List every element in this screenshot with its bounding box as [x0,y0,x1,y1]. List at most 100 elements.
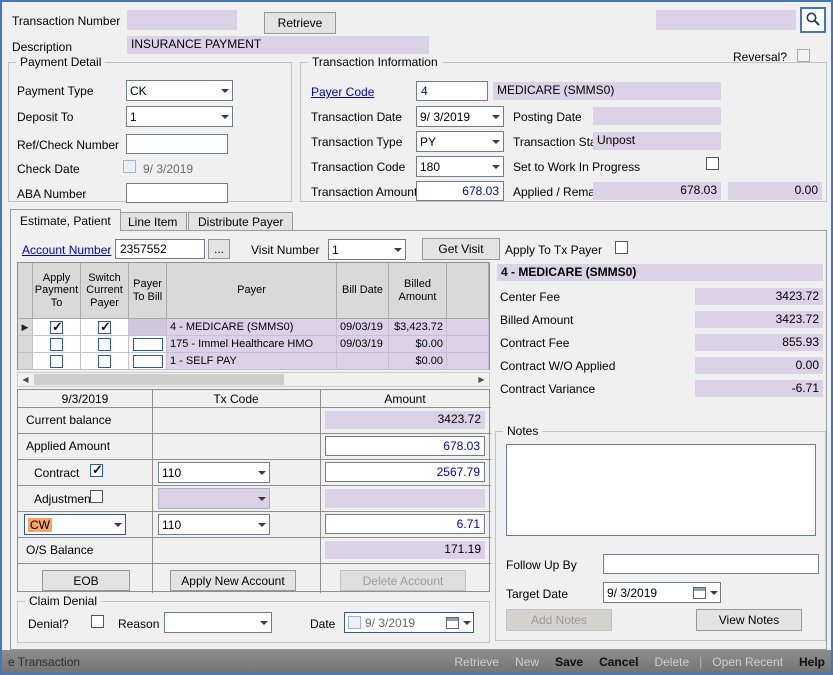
adjustment-label: Adjustment [34,492,94,506]
view-notes-button[interactable]: View Notes [696,609,802,631]
contract-amount-input[interactable]: 2567.79 [325,462,485,482]
scrollbar-thumb[interactable] [34,374,284,385]
transaction-amount-input[interactable]: 678.03 [416,181,504,201]
delete-account-button[interactable]: Delete Account [340,570,466,591]
payer-to-bill-cell[interactable] [129,336,167,353]
status-help[interactable]: Help [799,655,825,669]
billed-amount-cell[interactable]: $3,423.72 [389,319,447,336]
apply-payment-checkbox[interactable] [50,355,63,368]
billed-amount-cell[interactable]: $0.00 [389,353,447,370]
payer-cell[interactable]: 4 - MEDICARE (SMMS0) [167,319,337,336]
apply-payment-checkbox[interactable] [50,321,63,334]
search-field[interactable] [656,10,796,30]
visit-number-label: Visit Number [251,243,319,257]
applied-amount-input[interactable]: 678.03 [325,436,485,456]
notes-textarea[interactable] [506,444,816,536]
transaction-date-combo[interactable]: 9/ 3/2019 [416,106,504,127]
follow-up-by-input[interactable] [603,554,819,574]
ref-check-number-input[interactable] [126,134,228,154]
adjustment-checkbox[interactable] [90,490,103,503]
grid-hscrollbar[interactable]: ◀ ▶ [17,372,490,387]
payer-to-bill-cell[interactable] [129,353,167,370]
denial-checkbox[interactable] [91,615,104,628]
payment-detail-title: Payment Detail [16,55,105,69]
writeoff-code-value: CW [28,518,52,532]
payer-cell[interactable]: 1 - SELF PAY [167,353,337,370]
chevron-down-icon [254,489,269,508]
retrieve-button[interactable]: Retrieve [264,12,336,34]
search-button[interactable] [800,7,826,33]
switch-payer-checkbox[interactable] [98,338,111,351]
bill-date-cell[interactable]: 09/03/19 [337,319,389,336]
contract-variance-label: Contract Variance [500,382,595,396]
adjustment-tx-code-combo[interactable] [158,488,270,509]
tab-distribute-payer[interactable]: Distribute Payer [188,212,293,231]
reason-label: Reason [118,617,159,631]
row-selector[interactable] [18,336,33,353]
apply-payment-cell[interactable] [33,336,81,353]
payer-cell[interactable]: 175 - Immel Healthcare HMO [167,336,337,353]
writeoff-code-combo[interactable]: CW [24,514,126,535]
status-retrieve[interactable]: Retrieve [454,655,499,669]
transaction-number-field[interactable] [127,10,237,30]
add-notes-button[interactable]: Add Notes [506,609,612,631]
writeoff-tx-code-combo[interactable]: 110 [158,514,270,535]
switch-payer-cell[interactable] [81,353,129,370]
row-selector[interactable]: ▶ [18,319,33,336]
status-new[interactable]: New [515,655,539,669]
status-cancel[interactable]: Cancel [599,655,638,669]
switch-payer-cell[interactable] [81,319,129,336]
status-save[interactable]: Save [555,655,583,669]
transaction-type-combo[interactable]: PY [416,131,504,152]
amount-header: Amount [320,392,490,406]
transaction-code-combo[interactable]: 180 [416,156,504,177]
switch-payer-checkbox[interactable] [98,321,111,334]
apply-to-tx-payer-checkbox[interactable] [615,241,628,254]
apply-new-account-button[interactable]: Apply New Account [170,570,296,591]
status-open-recent[interactable]: Open Recent [712,655,783,669]
deposit-to-combo[interactable]: 1 [126,106,233,127]
reversal-checkbox[interactable] [797,49,810,62]
contract-fee-label: Contract Fee [500,336,569,350]
account-number-link[interactable]: Account Number [22,243,111,257]
switch-payer-cell[interactable] [81,336,129,353]
estimate-patient-tabpage: Account Number 2357552 ... Visit Number … [10,230,827,650]
check-date-checkbox[interactable] [123,160,136,173]
switch-payer-checkbox[interactable] [98,355,111,368]
tab-line-item[interactable]: Line Item [118,212,187,231]
payer-to-bill-cell[interactable] [129,319,167,336]
get-visit-button[interactable]: Get Visit [422,238,500,260]
denial-reason-combo[interactable] [164,612,272,633]
transaction-amount-label: Transaction Amount [311,185,417,199]
work-in-progress-checkbox[interactable] [706,157,719,170]
denial-date-picker[interactable]: 9/ 3/2019 [344,612,474,633]
apply-payment-cell[interactable] [33,319,81,336]
scroll-left-icon[interactable]: ◀ [18,373,33,386]
apply-to-tx-payer-label: Apply To Tx Payer [505,243,602,257]
bill-date-cell[interactable] [337,353,389,370]
account-number-input[interactable]: 2357552 [115,239,205,259]
account-browse-button[interactable]: ... [208,239,230,259]
check-date-value[interactable]: 9/ 3/2019 [143,162,193,176]
payment-type-combo[interactable]: CK [126,80,233,101]
payer-code-input[interactable]: 4 [416,81,488,101]
visit-number-combo[interactable]: 1 [328,239,406,260]
contract-tx-code-combo[interactable]: 110 [158,462,270,483]
eob-button[interactable]: EOB [42,570,130,591]
tab-estimate-patient[interactable]: Estimate, Patient [10,209,121,231]
status-delete[interactable]: Delete [654,655,689,669]
contract-checkbox[interactable] [90,464,103,477]
scroll-right-icon[interactable]: ▶ [474,373,489,386]
grid-corner-header [18,263,33,319]
denial-date-checkbox[interactable] [348,616,361,629]
apply-payment-checkbox[interactable] [50,338,63,351]
target-date-picker[interactable]: 9/ 3/2019 [603,582,721,603]
row-selector[interactable] [18,353,33,370]
writeoff-amount-input[interactable]: 6.71 [325,514,485,534]
payer-code-link[interactable]: Payer Code [311,85,374,99]
billed-amount-cell[interactable]: $0.00 [389,336,447,353]
bill-date-cell[interactable]: 09/03/19 [337,336,389,353]
transaction-information-group: Transaction Information Payer Code 4 MED… [300,62,827,202]
apply-payment-cell[interactable] [33,353,81,370]
aba-number-input[interactable] [126,183,228,203]
